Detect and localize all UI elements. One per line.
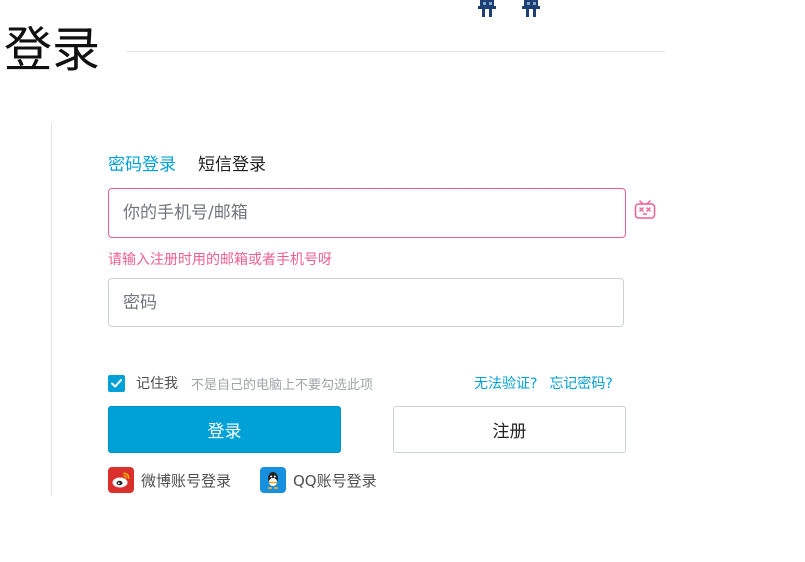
forgot-password-link[interactable]: 忘记密码? [549, 373, 612, 393]
qq-icon [260, 467, 286, 493]
account-error-message: 请输入注册时用的邮箱或者手机号呀 [108, 252, 332, 268]
qq-login-label: QQ账号登录 [293, 471, 377, 490]
qq-login-button[interactable]: QQ账号登录 [260, 466, 377, 494]
account-field[interactable] [108, 188, 626, 238]
password-field[interactable] [108, 278, 624, 327]
remember-row: 记住我 不是自己的电脑上不要勾选此项 [108, 373, 374, 393]
remember-hint: 不是自己的电脑上不要勾选此项 [191, 377, 374, 393]
vertical-divider [51, 122, 52, 496]
tab-password-login[interactable]: 密码登录 [108, 150, 176, 175]
remember-label[interactable]: 记住我 [136, 373, 178, 393]
password-input[interactable] [123, 279, 623, 326]
mascot-decoration [472, 0, 552, 18]
login-tabs: 密码登录 短信登录 [108, 150, 266, 175]
weibo-icon [108, 467, 134, 493]
cannot-verify-link[interactable]: 无法验证? [474, 373, 537, 393]
tab-sms-login[interactable]: 短信登录 [198, 150, 266, 175]
title-divider [126, 51, 665, 52]
bilibili-tv-icon [633, 198, 657, 222]
account-input[interactable] [123, 189, 625, 237]
register-button[interactable]: 注册 [393, 406, 626, 453]
remember-checkbox[interactable] [108, 374, 125, 392]
weibo-login-label: 微博账号登录 [141, 471, 232, 490]
login-button[interactable]: 登录 [108, 406, 341, 453]
checkmark-icon [111, 378, 122, 387]
weibo-login-button[interactable]: 微博账号登录 [108, 466, 231, 494]
page-title: 登录 [4, 22, 101, 78]
help-links: 无法验证? 忘记密码? [474, 374, 613, 392]
